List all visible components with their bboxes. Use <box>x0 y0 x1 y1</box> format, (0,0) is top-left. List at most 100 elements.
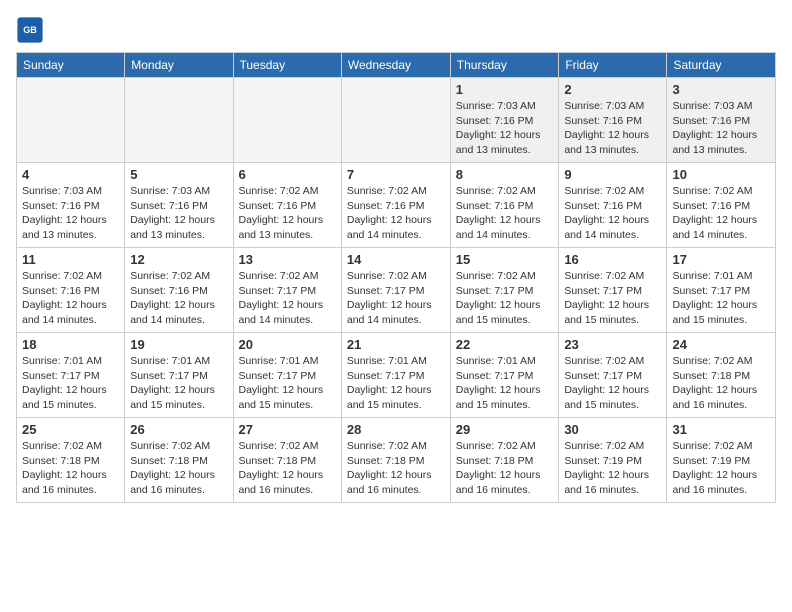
day-info: Sunrise: 7:02 AM Sunset: 7:16 PM Dayligh… <box>456 184 554 243</box>
calendar-cell <box>17 78 125 163</box>
calendar-cell: 26 Sunrise: 7:02 AM Sunset: 7:18 PM Dayli… <box>125 418 233 503</box>
calendar-cell: 21Sunrise: 7:01 AM Sunset: 7:17 PM Dayli… <box>341 333 450 418</box>
day-number: 27 <box>239 422 336 437</box>
day-info: Sunrise: 7:03 AM Sunset: 7:16 PM Dayligh… <box>130 184 227 243</box>
day-info: Sunrise: 7:01 AM Sunset: 7:17 PM Dayligh… <box>239 354 336 413</box>
calendar-cell: 29Sunrise: 7:02 AM Sunset: 7:18 PM Dayli… <box>450 418 559 503</box>
day-number: 7 <box>347 167 445 182</box>
calendar-cell: 9 Sunrise: 7:02 AM Sunset: 7:16 PM Daylig… <box>559 163 667 248</box>
day-info: Sunrise: 7:02 AM Sunset: 7:18 PM Dayligh… <box>672 354 770 413</box>
calendar-cell: 18 Sunrise: 7:01 AM Sunset: 7:17 PM Dayli… <box>17 333 125 418</box>
calendar-cell: 23 Sunrise: 7:02 AM Sunset: 7:17 PM Dayli… <box>559 333 667 418</box>
calendar-cell: 17Sunrise: 7:01 AM Sunset: 7:17 PM Dayli… <box>667 248 776 333</box>
day-number: 22 <box>456 337 554 352</box>
day-number: 14 <box>347 252 445 267</box>
calendar-cell: 11Sunrise: 7:02 AM Sunset: 7:16 PM Dayli… <box>17 248 125 333</box>
day-number: 20 <box>239 337 336 352</box>
day-info: Sunrise: 7:01 AM Sunset: 7:17 PM Dayligh… <box>22 354 119 413</box>
calendar-cell: 25 Sunrise: 7:02 AM Sunset: 7:18 PM Dayli… <box>17 418 125 503</box>
week-row-1: 1 Sunrise: 7:03 AM Sunset: 7:16 PM Daylig… <box>17 78 776 163</box>
calendar-cell: 28 Sunrise: 7:02 AM Sunset: 7:18 PM Dayli… <box>341 418 450 503</box>
day-number: 3 <box>672 82 770 97</box>
day-info: Sunrise: 7:02 AM Sunset: 7:17 PM Dayligh… <box>564 354 661 413</box>
day-info: Sunrise: 7:02 AM Sunset: 7:16 PM Dayligh… <box>130 269 227 328</box>
day-number: 4 <box>22 167 119 182</box>
day-info: Sunrise: 7:03 AM Sunset: 7:16 PM Dayligh… <box>22 184 119 243</box>
svg-text:GB: GB <box>23 25 37 35</box>
calendar-cell: 20 Sunrise: 7:01 AM Sunset: 7:17 PM Dayli… <box>233 333 341 418</box>
day-number: 29 <box>456 422 554 437</box>
calendar-cell: 7Sunrise: 7:02 AM Sunset: 7:16 PM Daylig… <box>341 163 450 248</box>
day-info: Sunrise: 7:02 AM Sunset: 7:18 PM Dayligh… <box>347 439 445 498</box>
calendar-cell: 15 Sunrise: 7:02 AM Sunset: 7:17 PM Dayli… <box>450 248 559 333</box>
day-info: Sunrise: 7:03 AM Sunset: 7:16 PM Dayligh… <box>564 99 661 158</box>
day-info: Sunrise: 7:01 AM Sunset: 7:17 PM Dayligh… <box>672 269 770 328</box>
calendar-cell: 27Sunrise: 7:02 AM Sunset: 7:18 PM Dayli… <box>233 418 341 503</box>
weekday-header-thursday: Thursday <box>450 53 559 78</box>
day-number: 24 <box>672 337 770 352</box>
day-number: 1 <box>456 82 554 97</box>
day-info: Sunrise: 7:01 AM Sunset: 7:17 PM Dayligh… <box>347 354 445 413</box>
day-number: 10 <box>672 167 770 182</box>
weekday-header-saturday: Saturday <box>667 53 776 78</box>
day-info: Sunrise: 7:02 AM Sunset: 7:19 PM Dayligh… <box>672 439 770 498</box>
calendar-cell: 22 Sunrise: 7:01 AM Sunset: 7:17 PM Dayli… <box>450 333 559 418</box>
calendar-cell <box>233 78 341 163</box>
calendar-cell: 5Sunrise: 7:03 AM Sunset: 7:16 PM Daylig… <box>125 163 233 248</box>
week-row-2: 4 Sunrise: 7:03 AM Sunset: 7:16 PM Daylig… <box>17 163 776 248</box>
weekday-header-friday: Friday <box>559 53 667 78</box>
day-info: Sunrise: 7:02 AM Sunset: 7:16 PM Dayligh… <box>239 184 336 243</box>
day-number: 18 <box>22 337 119 352</box>
calendar-cell: 19 Sunrise: 7:01 AM Sunset: 7:17 PM Dayli… <box>125 333 233 418</box>
calendar-cell: 1 Sunrise: 7:03 AM Sunset: 7:16 PM Daylig… <box>450 78 559 163</box>
day-number: 15 <box>456 252 554 267</box>
day-number: 2 <box>564 82 661 97</box>
calendar-cell <box>125 78 233 163</box>
calendar-cell: 12Sunrise: 7:02 AM Sunset: 7:16 PM Dayli… <box>125 248 233 333</box>
calendar-cell: 30 Sunrise: 7:02 AM Sunset: 7:19 PM Dayli… <box>559 418 667 503</box>
day-number: 23 <box>564 337 661 352</box>
day-info: Sunrise: 7:02 AM Sunset: 7:17 PM Dayligh… <box>564 269 661 328</box>
week-row-5: 25 Sunrise: 7:02 AM Sunset: 7:18 PM Dayli… <box>17 418 776 503</box>
day-info: Sunrise: 7:02 AM Sunset: 7:19 PM Dayligh… <box>564 439 661 498</box>
day-info: Sunrise: 7:02 AM Sunset: 7:18 PM Dayligh… <box>130 439 227 498</box>
calendar-cell: 2 Sunrise: 7:03 AM Sunset: 7:16 PM Daylig… <box>559 78 667 163</box>
calendar-cell: 10 Sunrise: 7:02 AM Sunset: 7:16 PM Dayli… <box>667 163 776 248</box>
day-number: 6 <box>239 167 336 182</box>
day-info: Sunrise: 7:02 AM Sunset: 7:16 PM Dayligh… <box>672 184 770 243</box>
day-info: Sunrise: 7:02 AM Sunset: 7:17 PM Dayligh… <box>456 269 554 328</box>
day-number: 25 <box>22 422 119 437</box>
day-info: Sunrise: 7:02 AM Sunset: 7:16 PM Dayligh… <box>564 184 661 243</box>
calendar-cell: 13 Sunrise: 7:02 AM Sunset: 7:17 PM Dayli… <box>233 248 341 333</box>
calendar-cell: 24 Sunrise: 7:02 AM Sunset: 7:18 PM Dayli… <box>667 333 776 418</box>
week-row-3: 11Sunrise: 7:02 AM Sunset: 7:16 PM Dayli… <box>17 248 776 333</box>
logo-icon: GB <box>16 16 44 44</box>
day-info: Sunrise: 7:01 AM Sunset: 7:17 PM Dayligh… <box>456 354 554 413</box>
day-number: 19 <box>130 337 227 352</box>
calendar-cell: 31Sunrise: 7:02 AM Sunset: 7:19 PM Dayli… <box>667 418 776 503</box>
day-info: Sunrise: 7:02 AM Sunset: 7:18 PM Dayligh… <box>22 439 119 498</box>
calendar-cell: 6 Sunrise: 7:02 AM Sunset: 7:16 PM Daylig… <box>233 163 341 248</box>
calendar-cell: 8 Sunrise: 7:02 AM Sunset: 7:16 PM Daylig… <box>450 163 559 248</box>
weekday-header-row: SundayMondayTuesdayWednesdayThursdayFrid… <box>17 53 776 78</box>
day-number: 28 <box>347 422 445 437</box>
day-number: 16 <box>564 252 661 267</box>
day-number: 8 <box>456 167 554 182</box>
day-number: 26 <box>130 422 227 437</box>
day-number: 30 <box>564 422 661 437</box>
day-info: Sunrise: 7:02 AM Sunset: 7:17 PM Dayligh… <box>347 269 445 328</box>
calendar-cell <box>341 78 450 163</box>
day-info: Sunrise: 7:03 AM Sunset: 7:16 PM Dayligh… <box>456 99 554 158</box>
weekday-header-sunday: Sunday <box>17 53 125 78</box>
day-info: Sunrise: 7:02 AM Sunset: 7:17 PM Dayligh… <box>239 269 336 328</box>
day-info: Sunrise: 7:03 AM Sunset: 7:16 PM Dayligh… <box>672 99 770 158</box>
day-number: 13 <box>239 252 336 267</box>
logo: GB <box>16 16 48 44</box>
day-number: 9 <box>564 167 661 182</box>
day-info: Sunrise: 7:02 AM Sunset: 7:16 PM Dayligh… <box>22 269 119 328</box>
calendar-cell: 3 Sunrise: 7:03 AM Sunset: 7:16 PM Daylig… <box>667 78 776 163</box>
day-info: Sunrise: 7:01 AM Sunset: 7:17 PM Dayligh… <box>130 354 227 413</box>
page-header: GB <box>16 16 776 44</box>
weekday-header-tuesday: Tuesday <box>233 53 341 78</box>
week-row-4: 18 Sunrise: 7:01 AM Sunset: 7:17 PM Dayli… <box>17 333 776 418</box>
